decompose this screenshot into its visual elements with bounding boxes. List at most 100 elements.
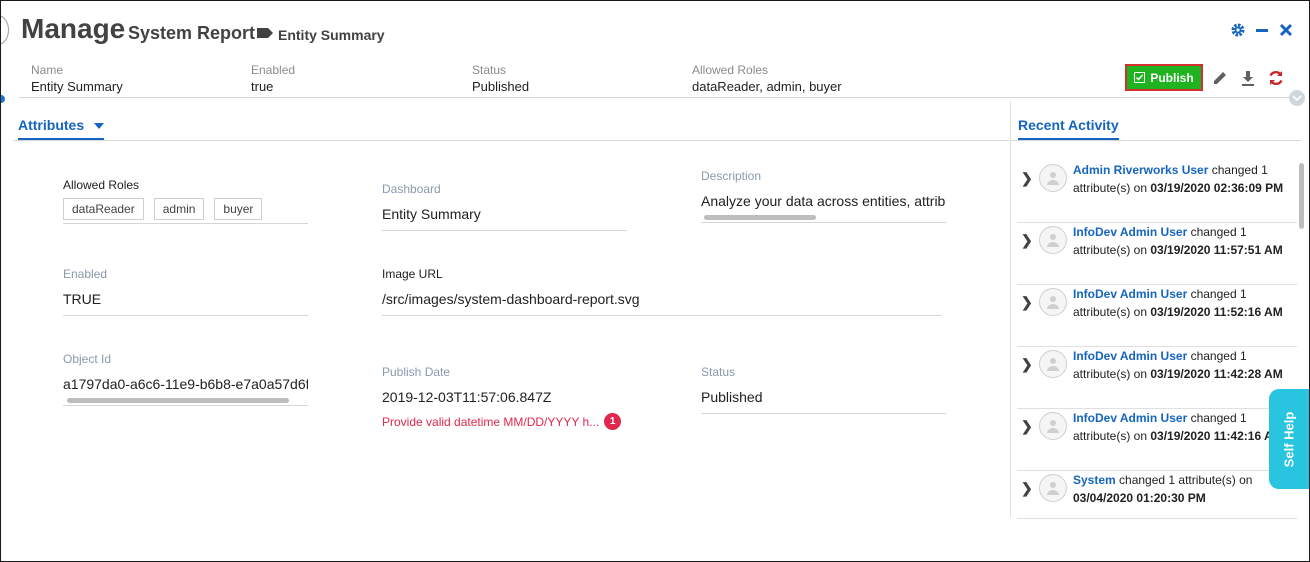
activity-user-link[interactable]: InfoDev Admin User — [1073, 225, 1187, 239]
field-underline — [701, 413, 946, 414]
role-chip[interactable]: buyer — [214, 198, 263, 220]
object-id-label: Object Id — [63, 352, 112, 366]
field-publish-date[interactable]: Publish Date 2019-12-03T11:57:06.847Z Pr… — [382, 365, 627, 430]
field-underline — [701, 222, 946, 223]
summary-status-value: Published — [472, 79, 530, 94]
activity-description: changed 1 attribute(s) on — [1115, 473, 1253, 487]
field-status[interactable]: Status Published — [701, 365, 946, 414]
publish-button[interactable]: Publish — [1125, 64, 1203, 91]
self-help-button[interactable]: Self Help — [1269, 389, 1309, 489]
window-controls — [1229, 21, 1295, 39]
horizontal-scrollbar[interactable] — [704, 215, 816, 220]
minimize-icon[interactable] — [1253, 21, 1271, 39]
caret-down-icon — [94, 122, 105, 129]
role-chip[interactable]: admin — [153, 198, 205, 220]
activity-user-link[interactable]: System — [1073, 473, 1116, 487]
user-icon — [1047, 482, 1059, 495]
activity-scrollbar[interactable] — [1299, 163, 1304, 229]
user-icon — [1047, 172, 1059, 185]
activity-item: ❯ Admin Riverworks User changed 1 attrib… — [1017, 161, 1297, 223]
summary-enabled-value: true — [251, 79, 274, 94]
summary-status: Status Published — [472, 63, 529, 94]
field-underline — [382, 230, 627, 231]
edit-icon[interactable] — [1210, 68, 1230, 88]
enabled-value[interactable]: TRUE — [63, 291, 308, 307]
horizontal-scrollbar[interactable] — [67, 398, 289, 403]
activity-user-link[interactable]: InfoDev Admin User — [1073, 287, 1187, 301]
chevron-right-icon[interactable]: ❯ — [1021, 232, 1033, 249]
activity-text: InfoDev Admin User changed 1 attribute(s… — [1073, 409, 1293, 445]
tab-divider-right — [1011, 140, 1301, 141]
role-chip[interactable]: dataReader — [63, 198, 144, 220]
avatar — [1039, 288, 1067, 316]
dashboard-value[interactable]: Entity Summary — [382, 206, 627, 222]
image-url-value[interactable]: /src/images/system-dashboard-report.svg — [382, 291, 942, 307]
user-icon — [1047, 234, 1059, 247]
page-title: Manage — [21, 13, 126, 44]
summary-name-value: Entity Summary — [31, 79, 123, 94]
field-allowed-roles: Allowed Roles dataReader admin buyer — [63, 178, 308, 224]
publish-label: Publish — [1150, 70, 1194, 85]
checkbox-icon — [1134, 72, 1146, 83]
field-image-url[interactable]: Image URL /src/images/system-dashboard-r… — [382, 267, 942, 316]
panel-handle[interactable] — [1, 95, 5, 103]
publish-date-value[interactable]: 2019-12-03T11:57:06.847Z — [382, 389, 627, 405]
avatar — [1039, 412, 1067, 440]
chevron-right-icon[interactable]: ❯ — [1021, 356, 1033, 373]
avatar — [1039, 474, 1067, 502]
activity-user-link[interactable]: InfoDev Admin User — [1073, 349, 1187, 363]
status-value[interactable]: Published — [701, 389, 946, 405]
field-description[interactable]: Description Analyze your data across ent… — [701, 169, 946, 223]
activity-date: 03/19/2020 11:42:28 AM — [1150, 367, 1283, 381]
activity-item: ❯ InfoDev Admin User changed 1 attribute… — [1017, 409, 1297, 471]
dashboard-label: Dashboard — [382, 182, 441, 196]
activity-item: ❯ InfoDev Admin User changed 1 attribute… — [1017, 347, 1297, 409]
close-icon[interactable] — [1277, 21, 1295, 39]
tab-recent-activity[interactable]: Recent Activity — [1018, 117, 1119, 140]
back-circle[interactable] — [1, 15, 9, 45]
allowed-roles-chips[interactable]: dataReader admin buyer — [63, 198, 308, 220]
activity-date: 03/04/2020 01:20:30 PM — [1073, 491, 1206, 505]
app-window: Manage System Report Entity Summary Name… — [0, 0, 1310, 562]
field-dashboard[interactable]: Dashboard Entity Summary — [382, 182, 627, 231]
chevron-right-icon[interactable]: ❯ — [1021, 170, 1033, 187]
field-enabled[interactable]: Enabled TRUE — [63, 267, 308, 316]
activity-text: InfoDev Admin User changed 1 attribute(s… — [1073, 285, 1293, 321]
collapse-button[interactable] — [1289, 90, 1305, 106]
refresh-icon[interactable] — [1266, 68, 1286, 88]
avatar — [1039, 350, 1067, 378]
tab-attributes[interactable]: Attributes — [18, 117, 105, 140]
page-subtitle: System Report — [128, 23, 256, 43]
summary-roles-value: dataReader, admin, buyer — [692, 79, 842, 94]
field-underline — [63, 405, 308, 406]
chevron-right-icon[interactable]: ❯ — [1021, 480, 1033, 497]
allowed-roles-label: Allowed Roles — [63, 178, 140, 192]
publish-date-label: Publish Date — [382, 365, 451, 379]
activity-date: 03/19/2020 11:52:16 AM — [1150, 305, 1283, 319]
field-underline — [382, 315, 942, 316]
enabled-label: Enabled — [63, 267, 108, 281]
avatar — [1039, 164, 1067, 192]
entity-label: Entity Summary — [278, 27, 385, 43]
chevron-right-icon[interactable]: ❯ — [1021, 418, 1033, 435]
download-icon[interactable] — [1238, 68, 1258, 88]
tab-attributes-label: Attributes — [18, 117, 85, 133]
activity-date: 03/19/2020 11:57:51 AM — [1150, 243, 1283, 257]
field-object-id[interactable]: Object Id a1797da0-a6c6-11e9-b6b8-e7a0a5… — [63, 352, 308, 406]
activity-date: 03/19/2020 11:42:16 AM — [1150, 429, 1283, 443]
gear-icon[interactable] — [1229, 21, 1247, 39]
activity-user-link[interactable]: Admin Riverworks User — [1073, 163, 1208, 177]
tab-divider — [13, 140, 1009, 141]
summary-status-label: Status — [472, 63, 507, 77]
tag-icon — [257, 28, 273, 38]
panel-divider — [1010, 101, 1011, 517]
image-url-label: Image URL — [382, 267, 443, 281]
summary-name: Name Entity Summary — [31, 63, 123, 94]
activity-text: Admin Riverworks User changed 1 attribut… — [1073, 161, 1293, 197]
field-underline — [63, 315, 308, 316]
object-id-value[interactable]: a1797da0-a6c6-11e9-b6b8-e7a0a57d6f — [63, 376, 308, 392]
chevron-right-icon[interactable]: ❯ — [1021, 294, 1033, 311]
description-value[interactable]: Analyze your data across entities, attri… — [701, 193, 946, 209]
summary-divider — [19, 97, 1301, 98]
activity-user-link[interactable]: InfoDev Admin User — [1073, 411, 1187, 425]
